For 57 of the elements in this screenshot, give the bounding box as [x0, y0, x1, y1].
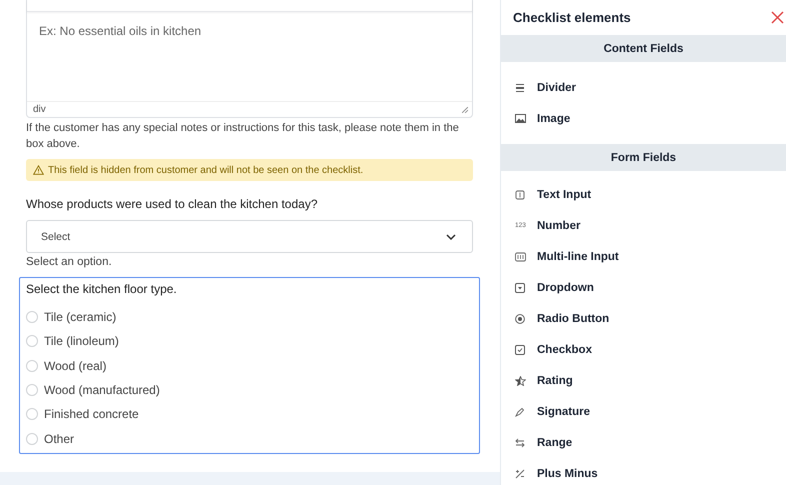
notes-field[interactable]: Ex: No essential oils in kitchen — [27, 12, 472, 101]
element-item[interactable]: Signature — [501, 396, 786, 427]
dropdown-icon — [515, 282, 525, 292]
star-icon — [515, 376, 526, 386]
resize-grip-icon[interactable] — [462, 106, 468, 112]
radio-circle[interactable] — [26, 311, 38, 324]
section-header: Form Fields — [501, 144, 786, 171]
checkbox-icon — [515, 344, 525, 354]
notes-placeholder: Ex: No essential oils in kitchen — [39, 24, 202, 38]
panel-title: Checklist elements — [513, 10, 631, 25]
question-label: Whose products were used to clean the kitchen today? — [26, 197, 319, 211]
option-label: Tile (ceramic) — [44, 310, 116, 324]
text-input-icon — [515, 190, 525, 200]
multiline-input-icon — [515, 252, 526, 262]
option-label: Tile (linoleum) — [44, 334, 119, 348]
option-label: Other — [44, 432, 74, 446]
element-item[interactable]: Plus Minus — [501, 458, 786, 485]
notes-editor[interactable]: Ex: No essential oils in kitchen div — [26, 0, 473, 118]
radio-option[interactable]: Finished concrete — [26, 402, 473, 426]
radio-option[interactable]: Other — [26, 426, 473, 451]
radio-circle[interactable] — [26, 335, 38, 348]
element-item[interactable]: Range — [501, 427, 786, 458]
divider-icon — [515, 82, 525, 92]
element-item[interactable]: Checkbox — [501, 334, 786, 365]
element-path: div — [33, 104, 46, 115]
question-label: Select the kitchen floor type. — [26, 282, 178, 296]
radio-circle[interactable] — [26, 408, 38, 420]
warning-icon — [33, 165, 44, 175]
radio-option[interactable]: Wood (manufactured) — [26, 378, 473, 402]
option-label: Wood (manufactured) — [44, 383, 160, 398]
radio-circle[interactable] — [26, 360, 38, 372]
radio-option[interactable]: Tile (linoleum) — [26, 329, 473, 354]
option-label: Wood (real) — [44, 358, 106, 373]
chevron-down-icon — [446, 234, 456, 240]
radio-option[interactable]: Wood (real) — [26, 354, 473, 378]
element-item[interactable]: Multi-line Input — [501, 241, 786, 272]
element-item[interactable]: Divider — [501, 72, 786, 103]
close-icon[interactable] — [771, 11, 784, 24]
element-item[interactable]: Image — [501, 103, 786, 134]
plus-minus-icon — [515, 468, 525, 478]
warning-text: This field is hidden from customer and will not be seen on the checklist. — [48, 164, 364, 176]
radio-option[interactable]: Tile (ceramic) — [26, 305, 473, 330]
range-icon — [515, 438, 525, 448]
element-item[interactable]: Radio Button — [501, 303, 786, 334]
element-item[interactable]: Text Input — [501, 179, 786, 210]
radio-circle[interactable] — [26, 384, 38, 396]
option-label: Finished concrete — [44, 407, 139, 422]
radio-circle[interactable] — [26, 432, 38, 445]
help-text: If the customer has any special notes or instructions for this task, please note them in the box above. — [26, 121, 460, 152]
pen-icon — [515, 406, 525, 416]
element-item[interactable]: Rating — [501, 365, 786, 396]
section-header: Content Fields — [501, 35, 786, 62]
image-icon — [515, 114, 526, 123]
help-text: Select an option. — [26, 256, 113, 268]
radio-icon — [515, 314, 525, 324]
products-dropdown[interactable]: Select — [26, 220, 473, 253]
element-item[interactable]: Dropdown — [501, 272, 786, 303]
